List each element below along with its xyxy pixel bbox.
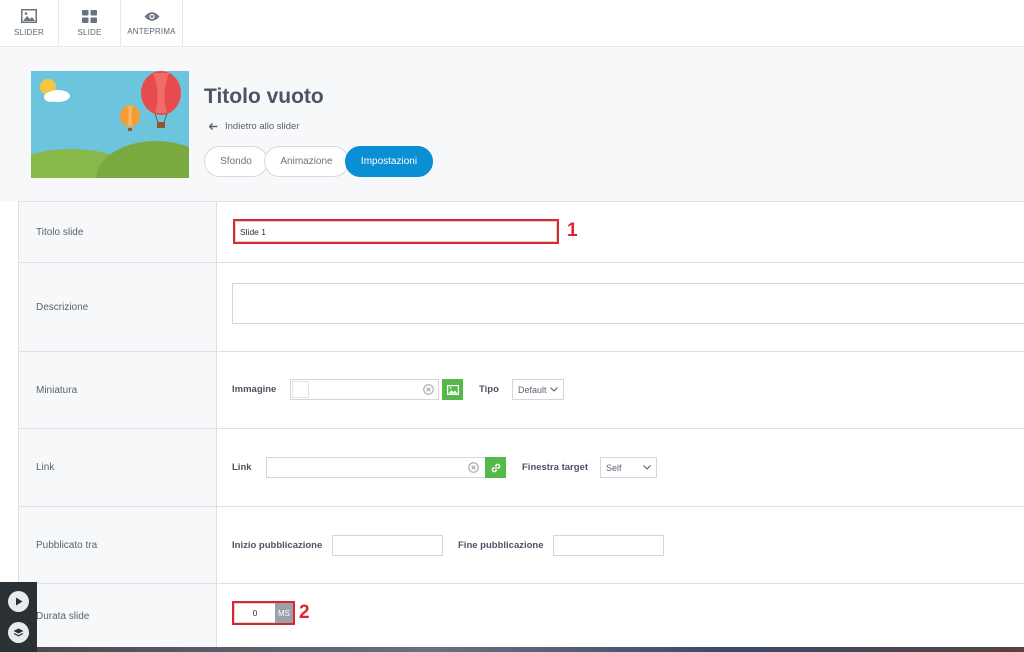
row-pubblicato-tra: Pubblicato tra Inizio pubblicazione Fine… bbox=[18, 507, 1024, 584]
image-icon bbox=[446, 384, 459, 395]
top-toolbar: SLIDER SLIDE ANTEPRIMA bbox=[0, 0, 1024, 47]
durata-slide-label: Durata slide bbox=[18, 584, 217, 648]
finestra-target-select[interactable]: Self bbox=[600, 457, 657, 478]
link-icon bbox=[491, 463, 500, 472]
layers-button[interactable] bbox=[8, 622, 29, 643]
row-miniatura: Miniatura Immagine Tipo Default bbox=[18, 352, 1024, 429]
play-icon bbox=[15, 597, 22, 606]
slide-thumbnail[interactable] bbox=[31, 71, 189, 178]
tab-sfondo[interactable]: Sfondo bbox=[204, 146, 268, 177]
row-durata-slide: Durata slide 0 MS 2 bbox=[18, 584, 1024, 648]
grid-icon bbox=[82, 9, 97, 23]
annotation-number-1: 1 bbox=[567, 220, 578, 241]
select-image-button[interactable] bbox=[442, 379, 463, 400]
fine-pubblicazione-input[interactable] bbox=[553, 535, 664, 556]
image-preview-swatch bbox=[292, 381, 309, 398]
page-title: Titolo vuoto bbox=[204, 85, 324, 108]
back-link-label: Indietro allo slider bbox=[225, 121, 300, 132]
finestra-target-value: Self bbox=[606, 462, 622, 473]
settings-tabs: Sfondo Animazione Impostazioni bbox=[204, 146, 433, 177]
descrizione-label: Descrizione bbox=[18, 263, 217, 351]
clear-image-icon[interactable] bbox=[423, 384, 434, 395]
link-input[interactable] bbox=[266, 457, 486, 478]
image-icon bbox=[21, 9, 37, 23]
arrow-left-icon bbox=[209, 123, 218, 130]
miniatura-label: Miniatura bbox=[18, 352, 217, 428]
bottom-desktop-strip bbox=[37, 647, 1024, 652]
tab-animazione[interactable]: Animazione bbox=[264, 146, 349, 177]
titolo-slide-label: Titolo slide bbox=[18, 202, 217, 262]
annotation-number-2: 2 bbox=[299, 602, 310, 623]
toolbar-slider-button[interactable]: SLIDER bbox=[0, 0, 59, 46]
tab-impostazioni[interactable]: Impostazioni bbox=[345, 146, 433, 177]
insert-link-button[interactable] bbox=[485, 457, 506, 478]
tipo-select-value: Default bbox=[518, 384, 547, 395]
toolbar-anteprima-label: ANTEPRIMA bbox=[127, 26, 176, 36]
row-link: Link Link Finestra target Self bbox=[18, 429, 1024, 507]
clear-link-icon[interactable] bbox=[468, 462, 479, 473]
chevron-down-icon bbox=[643, 464, 651, 470]
toolbar-slide-label: SLIDE bbox=[77, 27, 102, 37]
descrizione-textarea[interactable] bbox=[232, 283, 1024, 324]
slide-settings-form: Titolo slide Slide 1 1 Descrizione Minia… bbox=[18, 201, 1024, 648]
eye-icon bbox=[144, 11, 159, 21]
row-descrizione: Descrizione bbox=[18, 263, 1024, 352]
tipo-select[interactable]: Default bbox=[512, 379, 564, 400]
link-row-label: Link bbox=[18, 429, 217, 506]
toolbar-slide-button[interactable]: SLIDE bbox=[59, 0, 121, 46]
slide-header: Titolo vuoto Indietro allo slider Sfondo… bbox=[0, 47, 1024, 201]
toolbar-anteprima-button[interactable]: ANTEPRIMA bbox=[121, 0, 183, 46]
annotation-box-2 bbox=[232, 601, 295, 625]
toolbar-slider-label: SLIDER bbox=[13, 28, 45, 37]
balloon-landscape-illustration bbox=[31, 71, 189, 178]
fine-pubblicazione-label: Fine pubblicazione bbox=[458, 540, 544, 551]
play-button[interactable] bbox=[8, 591, 29, 612]
floating-controls bbox=[0, 582, 37, 652]
inizio-pubblicazione-label: Inizio pubblicazione bbox=[232, 540, 323, 551]
annotation-box-1 bbox=[233, 219, 559, 244]
immagine-label: Immagine bbox=[232, 384, 277, 395]
back-to-slider-link[interactable]: Indietro allo slider bbox=[209, 121, 299, 132]
tipo-label: Tipo bbox=[479, 384, 499, 395]
immagine-input[interactable] bbox=[290, 379, 439, 400]
layers-icon bbox=[13, 628, 24, 636]
link-field-label: Link bbox=[232, 462, 252, 473]
row-titolo-slide: Titolo slide Slide 1 1 bbox=[18, 202, 1024, 263]
pubblicato-tra-label: Pubblicato tra bbox=[18, 507, 217, 583]
finestra-target-label: Finestra target bbox=[522, 462, 588, 473]
chevron-down-icon bbox=[550, 386, 558, 392]
inizio-pubblicazione-input[interactable] bbox=[332, 535, 443, 556]
